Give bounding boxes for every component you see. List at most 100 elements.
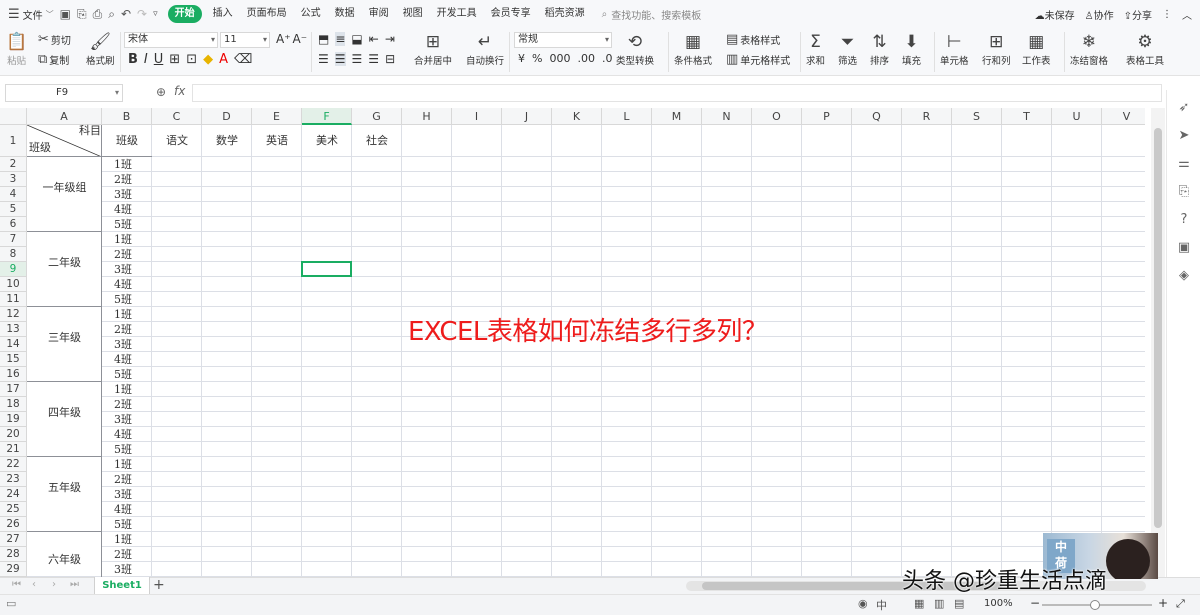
page-layout-view-icon[interactable]: ▥ — [934, 597, 944, 610]
tab-page-layout[interactable]: 页面布局 — [240, 0, 294, 28]
column-header-g[interactable]: G — [352, 108, 402, 125]
cell[interactable]: 5班 — [114, 442, 152, 457]
prev-sheet-icon[interactable]: ‹ — [32, 579, 36, 590]
tab-data[interactable]: 数据 — [328, 0, 362, 28]
row-header-14[interactable]: 14 — [0, 337, 27, 352]
column-header-c[interactable]: C — [152, 108, 202, 125]
grow-font-icon[interactable]: A⁺ — [276, 32, 291, 46]
font-size-select[interactable]: 11 ▾ — [220, 32, 270, 48]
row-header-28[interactable]: 28 — [0, 547, 27, 562]
cell[interactable]: 2班 — [114, 547, 152, 562]
page-break-view-icon[interactable]: ▤ — [954, 597, 964, 610]
type-convert-button[interactable]: ⟲ 类型转换 — [616, 31, 654, 67]
fx-icon[interactable]: fx — [174, 84, 185, 98]
auto-wrap-button[interactable]: ↵ 自动换行 — [466, 31, 504, 67]
row-header-19[interactable]: 19 — [0, 412, 27, 427]
rocket-icon[interactable]: ➶ — [1176, 100, 1192, 115]
column-header-p[interactable]: P — [802, 108, 852, 125]
column-header-o[interactable]: O — [752, 108, 802, 125]
fill-color-icon[interactable]: ◆ — [203, 52, 213, 67]
first-sheet-icon[interactable]: ⏮ — [12, 579, 21, 590]
format-painter-button[interactable]: 🖌 格式刷 — [86, 31, 115, 67]
cell[interactable]: 5班 — [114, 517, 152, 532]
last-sheet-icon[interactable]: ⏭ — [70, 579, 79, 590]
italic-icon[interactable]: I — [144, 52, 148, 67]
table-style-button[interactable]: ▤ 表格样式 — [726, 32, 780, 47]
cell[interactable]: 4班 — [114, 277, 152, 292]
row-header-2[interactable]: 2 — [0, 157, 27, 172]
sum-button[interactable]: Σ 求和 — [806, 31, 825, 67]
cell[interactable]: 1班 — [114, 157, 152, 172]
column-header-k[interactable]: K — [552, 108, 602, 125]
share-button[interactable]: ⇪分享 — [1124, 7, 1152, 22]
justify-icon[interactable]: ☰ — [368, 52, 379, 66]
cell[interactable]: 科目 — [71, 124, 101, 138]
row-header-13[interactable]: 13 — [0, 322, 27, 337]
row-header-21[interactable]: 21 — [0, 442, 27, 457]
row-header-5[interactable]: 5 — [0, 202, 27, 217]
number-format-select[interactable]: 常规 ▾ — [514, 32, 612, 48]
cell[interactable]: 1班 — [114, 382, 152, 397]
cell[interactable]: 1班 — [114, 232, 152, 247]
freeze-panes-button[interactable]: ❄ 冻结窗格 — [1070, 31, 1108, 67]
cond-format-button[interactable]: ▦ 条件格式 — [674, 31, 712, 67]
decrease-decimal-icon[interactable]: .0 — [602, 52, 613, 65]
tab-formula[interactable]: 公式 — [294, 0, 328, 28]
tab-developer[interactable]: 开发工具 — [430, 0, 484, 28]
normal-view-icon[interactable]: ▦ — [914, 597, 924, 610]
column-header-q[interactable]: Q — [852, 108, 902, 125]
row-header-10[interactable]: 10 — [0, 277, 27, 292]
percent-icon[interactable]: % — [532, 52, 542, 65]
cell[interactable]: 2班 — [114, 397, 152, 412]
settings-sliders-icon[interactable]: ⚌ — [1176, 156, 1192, 171]
tab-view[interactable]: 视图 — [396, 0, 430, 28]
add-sheet-icon[interactable]: + — [153, 577, 165, 593]
cell-button[interactable]: ⊢ 单元格 — [940, 31, 969, 67]
indent-increase-icon[interactable]: ⇥ — [385, 32, 395, 46]
column-header-d[interactable]: D — [202, 108, 252, 125]
fill-button[interactable]: ⬇ 填充 — [902, 31, 921, 67]
clear-format-icon[interactable]: ⌫ — [234, 52, 252, 67]
select-all-corner[interactable] — [0, 108, 27, 125]
cell[interactable]: 3班 — [114, 562, 152, 577]
tab-review[interactable]: 审阅 — [362, 0, 396, 28]
align-top-icon[interactable]: ⬒ — [318, 32, 329, 46]
column-header-h[interactable]: H — [402, 108, 452, 125]
more-icon[interactable]: ▿ — [153, 9, 158, 19]
cell[interactable]: 六年级 — [27, 552, 102, 568]
scroll-thumb[interactable] — [1154, 128, 1162, 528]
row-header-17[interactable]: 17 — [0, 382, 27, 397]
cell[interactable]: 1班 — [114, 307, 152, 322]
formula-input[interactable] — [192, 84, 1162, 102]
row-header-16[interactable]: 16 — [0, 367, 27, 382]
currency-icon[interactable]: ¥ — [518, 52, 525, 65]
cell[interactable]: 3班 — [114, 262, 152, 277]
cell[interactable]: 2班 — [114, 472, 152, 487]
row-header-22[interactable]: 22 — [0, 457, 27, 472]
align-bottom-icon[interactable]: ⬓ — [351, 32, 362, 46]
cell[interactable]: 2班 — [114, 322, 152, 337]
row-col-button[interactable]: ⊞ 行和列 — [982, 31, 1011, 67]
cell[interactable]: 四年级 — [27, 405, 102, 421]
zoom-out-icon[interactable]: − — [1030, 596, 1040, 610]
table-tools-button[interactable]: ⚙ 表格工具 — [1126, 31, 1164, 67]
font-color-icon[interactable]: A — [219, 52, 228, 67]
cell[interactable]: 3班 — [114, 487, 152, 502]
column-header-j[interactable]: J — [502, 108, 552, 125]
copy-button[interactable]: ⧉ 复制 — [38, 52, 69, 67]
cell[interactable]: 社会 — [352, 125, 402, 157]
cell[interactable]: 语文 — [152, 125, 202, 157]
align-left-icon[interactable]: ☰ — [318, 52, 329, 66]
column-header-u[interactable]: U — [1052, 108, 1102, 125]
collapse-ribbon-icon[interactable]: ︿ — [1182, 7, 1192, 22]
cell[interactable]: 4班 — [114, 352, 152, 367]
row-header-26[interactable]: 26 — [0, 517, 27, 532]
row-header-23[interactable]: 23 — [0, 472, 27, 487]
tab-resources[interactable]: 稻壳资源 — [538, 0, 592, 28]
language-icon[interactable]: 中 — [876, 597, 887, 613]
row-header-7[interactable]: 7 — [0, 232, 27, 247]
column-header-a[interactable]: A — [27, 108, 102, 125]
zoom-level[interactable]: 100% — [984, 598, 1013, 609]
tab-insert[interactable]: 插入 — [206, 0, 240, 28]
column-header-e[interactable]: E — [252, 108, 302, 125]
